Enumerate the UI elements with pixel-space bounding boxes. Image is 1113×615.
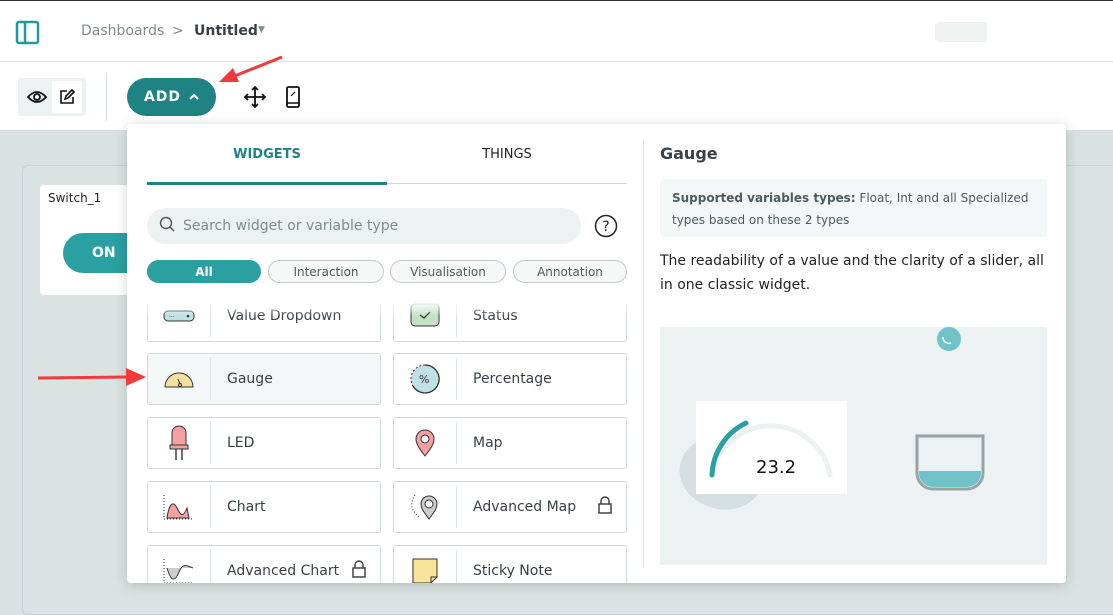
lock-icon — [598, 496, 612, 518]
panel-divider — [643, 140, 644, 568]
svg-text:?: ? — [602, 219, 609, 235]
widget-label: Sticky Note — [473, 563, 553, 579]
top-header: Dashboards > Untitled ▼ — [0, 0, 1113, 62]
preview-illustration — [679, 327, 985, 510]
eye-icon[interactable] — [22, 81, 52, 113]
edit-icon[interactable] — [52, 81, 82, 113]
filter-visualisation[interactable]: Visualisation — [390, 260, 506, 283]
widget-label: Chart — [227, 499, 266, 515]
widget-label: Advanced Map — [473, 499, 577, 515]
sidebar-toggle-icon[interactable] — [15, 20, 40, 49]
caret-down-icon[interactable]: ▼ — [258, 25, 265, 35]
widget-chart[interactable]: Chart — [147, 481, 381, 533]
svg-text:%: % — [419, 373, 429, 386]
filter-interaction[interactable]: Interaction — [268, 260, 384, 283]
tab-widgets[interactable]: WIDGETS — [147, 124, 387, 184]
add-label: ADD — [143, 89, 182, 105]
add-button[interactable]: ADD — [127, 78, 216, 116]
sticky-note-icon — [394, 550, 457, 583]
tab-things[interactable]: THINGS — [387, 124, 627, 184]
widget-advanced-map[interactable]: Advanced Map — [393, 481, 627, 533]
advanced-map-icon — [394, 486, 457, 528]
filter-all[interactable]: All — [147, 260, 261, 283]
toolbar-divider — [106, 73, 107, 121]
percentage-icon: % — [394, 358, 457, 400]
chart-icon — [148, 486, 211, 528]
led-icon — [148, 422, 211, 464]
search-input[interactable]: Search widget or variable type — [147, 208, 581, 244]
chevron-up-icon — [189, 89, 199, 105]
widget-map[interactable]: Map — [393, 417, 627, 469]
widget-led[interactable]: LED — [147, 417, 381, 469]
list-fade — [127, 302, 637, 316]
breadcrumb-separator: > — [172, 23, 184, 39]
dashboard-title[interactable]: Untitled — [194, 23, 258, 39]
widget-label: Percentage — [473, 371, 552, 387]
detail-title: Gauge — [660, 144, 718, 163]
widget-advanced-chart[interactable]: Advanced Chart — [147, 545, 381, 583]
widget-preview: 23.2 — [660, 327, 1047, 565]
widget-percentage[interactable]: % Percentage — [393, 353, 627, 405]
move-icon[interactable] — [243, 85, 267, 113]
widget-sticky-note[interactable]: Sticky Note — [393, 545, 627, 583]
preview-gauge-value: 23.2 — [756, 457, 797, 478]
widget-label: Gauge — [227, 371, 273, 387]
detail-description: The readability of a value and the clari… — [660, 253, 1044, 293]
help-icon[interactable]: ? — [594, 214, 618, 242]
switch-widget-title: Switch_1 — [48, 191, 102, 205]
advanced-chart-icon — [148, 550, 211, 583]
avatar[interactable] — [935, 22, 987, 42]
supported-types-box: Supported variables types: Float, Int an… — [660, 179, 1047, 237]
tab-active-indicator — [147, 182, 387, 185]
add-widget-popup: WIDGETS THINGS Search widget or variable… — [127, 124, 1066, 583]
breadcrumb-dashboards[interactable]: Dashboards — [81, 23, 164, 39]
mobile-icon[interactable] — [285, 85, 301, 113]
search-icon — [159, 216, 175, 236]
widget-label: Advanced Chart — [227, 563, 340, 579]
supported-types-label: Supported variables types: — [672, 191, 856, 205]
gauge-icon — [148, 358, 211, 400]
widget-label: LED — [227, 435, 255, 451]
lock-icon — [352, 560, 366, 582]
filter-annotation[interactable]: Annotation — [513, 260, 627, 283]
widget-label: Map — [473, 435, 503, 451]
widget-gauge[interactable]: Gauge — [147, 353, 381, 405]
view-mode-toggle — [18, 78, 86, 116]
widget-list: ··· Value Dropdown Status Gauge % Percen… — [127, 302, 637, 583]
switch-widget[interactable]: Switch_1 ON — [40, 185, 153, 295]
map-pin-icon — [394, 422, 457, 464]
search-placeholder: Search widget or variable type — [183, 218, 399, 234]
